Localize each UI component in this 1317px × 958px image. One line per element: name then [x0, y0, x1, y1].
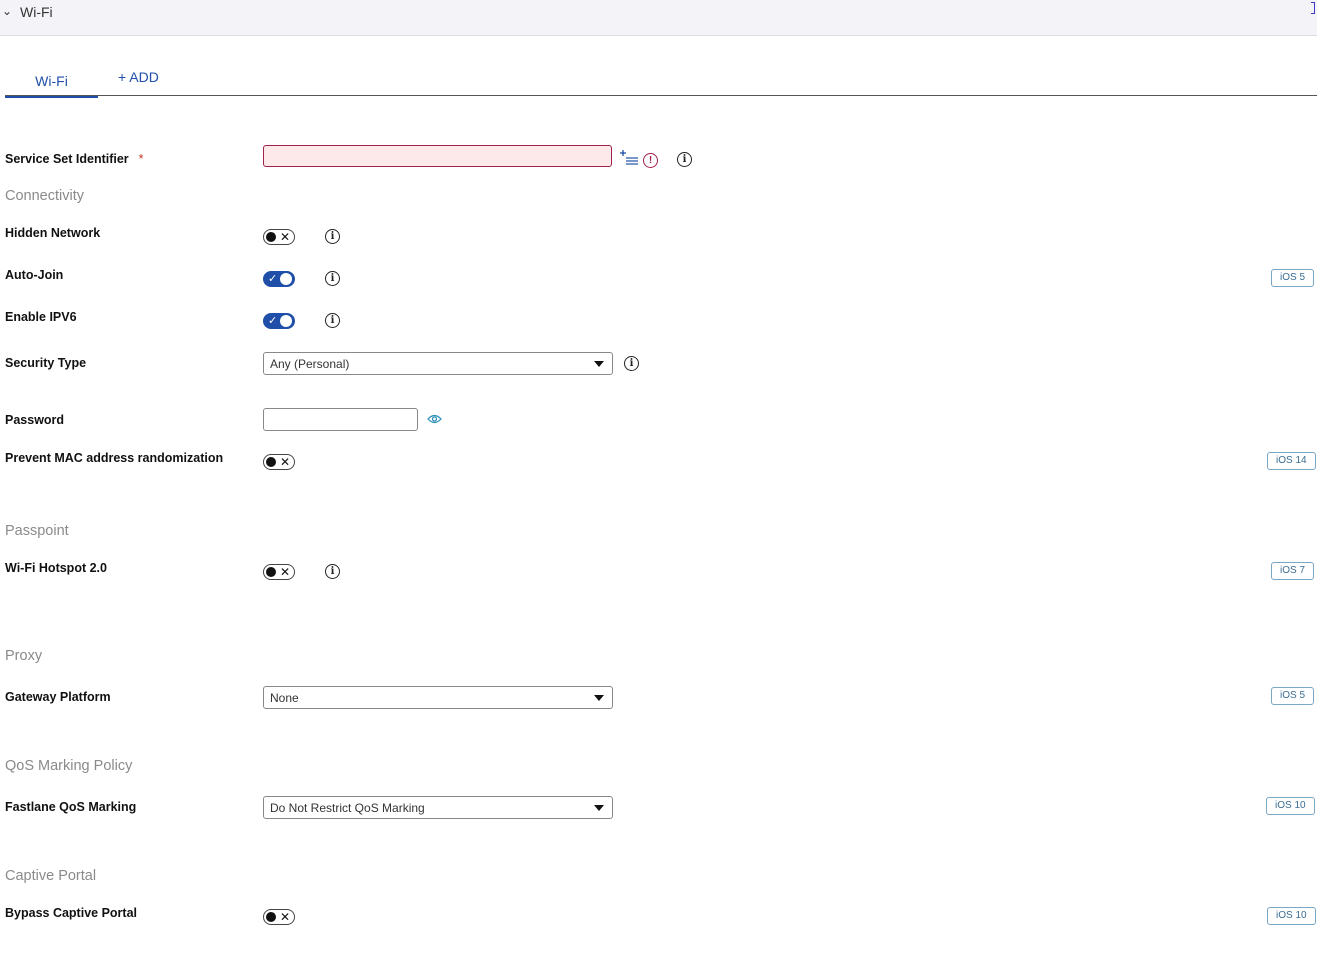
auto-join-label: Auto-Join — [5, 268, 64, 282]
section-title: Wi-Fi — [20, 4, 53, 20]
info-icon[interactable]: i — [325, 564, 340, 579]
ios-version-badge: iOS 5 — [1271, 269, 1315, 287]
ios-version-badge: iOS 7 — [1271, 562, 1315, 580]
error-icon: ! — [643, 153, 658, 168]
ssid-input[interactable] — [263, 145, 612, 167]
info-icon[interactable]: i — [624, 356, 639, 371]
ios-version-badge: iOS 5 — [1271, 687, 1315, 705]
ssid-label: Service Set Identifier * — [5, 152, 144, 166]
auto-join-toggle[interactable]: ✓ — [263, 271, 295, 287]
ios-version-badge: iOS 10 — [1266, 797, 1315, 815]
fastlane-label: Fastlane QoS Marking — [5, 800, 137, 814]
caret-down-icon — [594, 695, 604, 701]
hidden-network-toggle[interactable]: ✕ — [263, 229, 295, 245]
section-passpoint: Passpoint — [5, 523, 69, 539]
section-header[interactable]: ⌄ Wi-Fi — [0, 0, 1317, 36]
info-icon[interactable]: i — [677, 152, 692, 167]
chevron-down-icon[interactable]: ⌄ — [2, 4, 12, 18]
info-icon[interactable]: i — [325, 229, 340, 244]
password-label: Password — [5, 413, 65, 427]
prevent-mac-toggle[interactable]: ✕ — [263, 454, 295, 470]
tabs-divider — [5, 95, 1317, 96]
ios-version-badge: iOS 14 — [1267, 452, 1316, 470]
caret-down-icon — [594, 805, 604, 811]
gateway-select[interactable]: None — [263, 686, 613, 709]
enable-ipv6-toggle[interactable]: ✓ — [263, 313, 295, 329]
section-connectivity: Connectivity — [5, 188, 84, 204]
info-icon[interactable]: i — [325, 313, 340, 328]
tab-wifi[interactable]: Wi-Fi — [5, 70, 98, 98]
caret-down-icon — [594, 361, 604, 367]
ios-version-badge: iOS 10 — [1267, 907, 1316, 925]
enable-ipv6-label: Enable IPV6 — [5, 310, 77, 324]
add-tab-button[interactable]: + ADD — [118, 69, 159, 85]
hotspot-toggle[interactable]: ✕ — [263, 564, 295, 580]
password-input[interactable] — [263, 408, 418, 431]
hotspot-label: Wi-Fi Hotspot 2.0 — [5, 561, 107, 575]
hidden-network-label: Hidden Network — [5, 226, 101, 240]
section-captive-portal: Captive Portal — [5, 868, 97, 884]
eye-icon[interactable] — [427, 414, 442, 424]
bypass-portal-label: Bypass Captive Portal — [5, 906, 137, 920]
security-type-select[interactable]: Any (Personal) — [263, 352, 613, 375]
prevent-mac-label: Prevent MAC address randomization — [5, 451, 224, 465]
section-qos: QoS Marking Policy — [5, 758, 133, 774]
corner-bracket-icon[interactable] — [1311, 2, 1315, 14]
bypass-portal-toggle[interactable]: ✕ — [263, 909, 295, 925]
tab-wifi-label: Wi-Fi — [35, 73, 68, 89]
fastlane-select[interactable]: Do Not Restrict QoS Marking — [263, 796, 613, 819]
security-type-label: Security Type — [5, 356, 87, 370]
required-marker: * — [138, 152, 144, 166]
gateway-label: Gateway Platform — [5, 690, 111, 704]
section-proxy: Proxy — [5, 648, 43, 664]
info-icon[interactable]: i — [325, 271, 340, 286]
list-add-icon[interactable] — [620, 150, 638, 166]
